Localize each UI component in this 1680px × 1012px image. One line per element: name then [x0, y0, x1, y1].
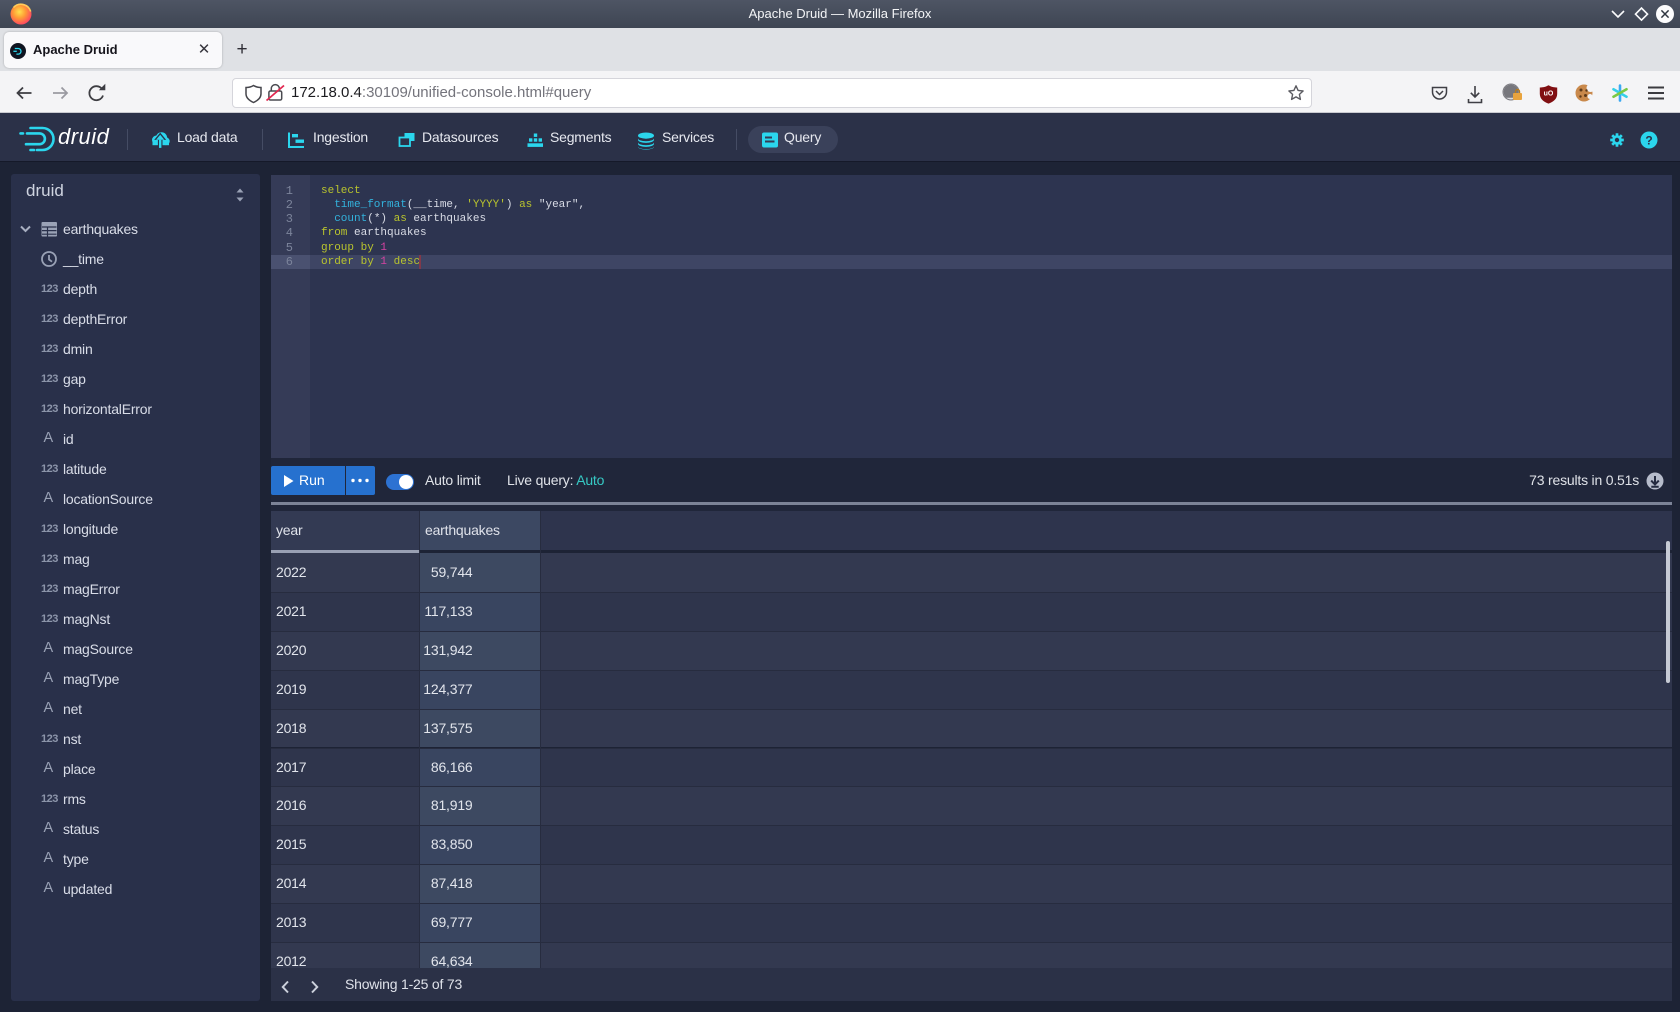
svg-text:uO: uO [1544, 91, 1554, 98]
svg-text:?: ? [1645, 134, 1652, 148]
